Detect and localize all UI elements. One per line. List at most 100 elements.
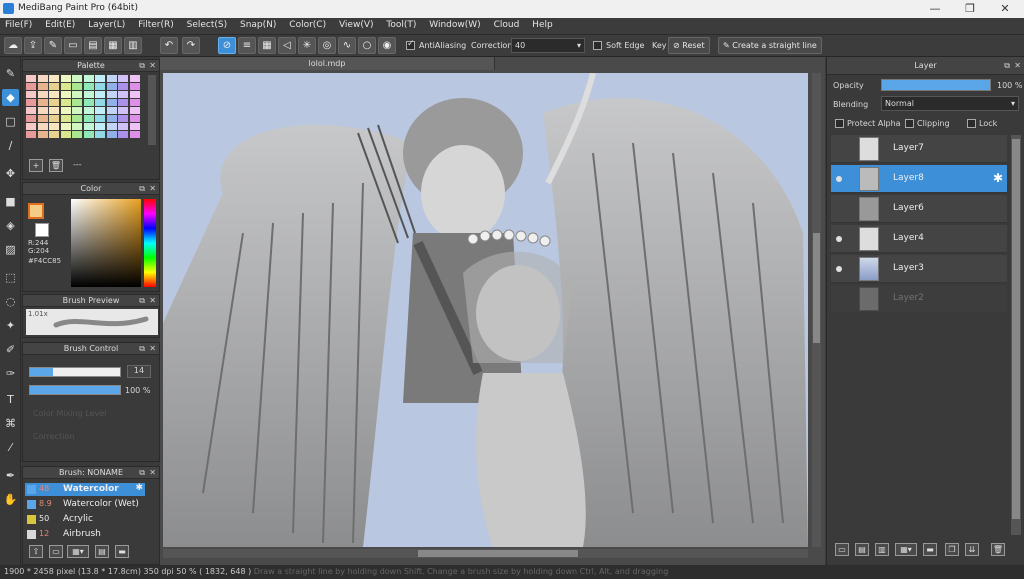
detach-icon[interactable]: ⧉	[139, 183, 145, 195]
page-icon[interactable]: ▭	[64, 37, 82, 54]
detach-icon[interactable]: ⧉	[1004, 57, 1010, 75]
palette-swatch[interactable]	[60, 83, 71, 90]
palette-swatch[interactable]	[37, 115, 48, 122]
brush-item-watercolor-wet[interactable]: 8.9 Watercolor (Wet)	[25, 498, 145, 511]
palette-swatch[interactable]	[26, 91, 36, 98]
palette-swatch[interactable]	[60, 123, 71, 130]
palette-swatch[interactable]	[26, 123, 36, 130]
palette-swatch[interactable]	[37, 91, 48, 98]
gear-icon[interactable]: ✱	[993, 171, 1003, 185]
close-button[interactable]: ✕	[990, 0, 1020, 18]
palette-swatch[interactable]	[106, 91, 117, 98]
background-color[interactable]	[35, 223, 49, 237]
divide-tool-icon[interactable]: ⌘	[2, 415, 19, 432]
gear-icon[interactable]: ✱	[135, 483, 143, 493]
magic-wand-icon[interactable]: ✦	[2, 317, 19, 334]
snap-grid-icon[interactable]: ▦	[258, 37, 276, 54]
palette-scrollbar[interactable]	[148, 75, 156, 145]
palette-swatch[interactable]	[118, 123, 128, 130]
panel-icon[interactable]: ▥	[124, 37, 142, 54]
comment-icon[interactable]: ✎	[44, 37, 62, 54]
new-8bit-layer-icon[interactable]: ▥	[875, 543, 889, 556]
layer-scrollbar[interactable]	[1011, 135, 1021, 535]
line-tool-icon[interactable]: ∕	[2, 137, 19, 154]
clipping-checkbox[interactable]	[905, 119, 914, 128]
palette-swatch[interactable]	[37, 123, 48, 130]
palette-swatch[interactable]	[72, 131, 82, 138]
brush-tool-icon[interactable]: ✎	[2, 65, 19, 82]
layer-menu-icon[interactable]: ▦▾	[895, 543, 917, 556]
palette-swatch[interactable]	[129, 75, 140, 82]
menu-color[interactable]: Color(C)	[284, 18, 331, 32]
blending-select[interactable]: Normal ▾	[881, 96, 1019, 111]
palette-swatch[interactable]	[26, 83, 36, 90]
brush-item-airbrush[interactable]: 12 Airbrush	[25, 528, 145, 541]
palette-swatch[interactable]	[60, 107, 71, 114]
palette-swatch[interactable]	[118, 83, 128, 90]
snap-ellipse-icon[interactable]: ○	[358, 37, 376, 54]
layer-row-layer7[interactable]: Layer7	[831, 135, 1007, 163]
close-icon[interactable]: ✕	[1014, 57, 1021, 75]
undo-icon[interactable]: ↶	[160, 37, 178, 54]
palette-swatch[interactable]	[106, 107, 117, 114]
palette-swatch[interactable]	[129, 99, 140, 106]
delete-swatch-icon[interactable]: 🗑	[49, 159, 63, 172]
palette-swatch[interactable]	[95, 91, 105, 98]
minimize-button[interactable]: —	[920, 0, 950, 18]
menu-file[interactable]: File(F)	[0, 18, 37, 32]
redo-icon[interactable]: ↷	[182, 37, 200, 54]
foreground-color[interactable]	[28, 203, 44, 219]
snap-radial-icon[interactable]: ✳	[298, 37, 316, 54]
palette-swatch[interactable]	[83, 107, 94, 114]
select-pen-icon[interactable]: ✐	[2, 341, 19, 358]
palette-swatch[interactable]	[95, 83, 105, 90]
palette-swatch[interactable]	[95, 75, 105, 82]
snap-concentric-icon[interactable]: ◉	[378, 37, 396, 54]
palette-swatch[interactable]	[83, 99, 94, 106]
palette-swatch[interactable]	[37, 75, 48, 82]
horizontal-scrollbar[interactable]	[163, 549, 808, 558]
palette-swatch[interactable]	[37, 131, 48, 138]
palette-swatch[interactable]	[83, 83, 94, 90]
palette-swatch[interactable]	[49, 91, 59, 98]
snap-circle-icon[interactable]: ◎	[318, 37, 336, 54]
visibility-icon[interactable]	[836, 236, 842, 242]
soft-edge-checkbox[interactable]	[593, 41, 602, 50]
menu-snap[interactable]: Snap(N)	[235, 18, 281, 32]
fill-rect-tool-icon[interactable]: ■	[2, 193, 19, 210]
close-icon[interactable]: ✕	[149, 60, 156, 72]
palette-swatch[interactable]	[83, 91, 94, 98]
new-swatch-icon[interactable]: +	[29, 159, 43, 172]
snap-perspective-icon[interactable]: ◁	[278, 37, 296, 54]
menu-filter[interactable]: Filter(R)	[133, 18, 179, 32]
palette-swatch[interactable]	[37, 99, 48, 106]
select-tool-icon[interactable]: ⬚	[2, 269, 19, 286]
delete-layer-icon[interactable]: 🗑	[991, 543, 1005, 556]
palette-swatch[interactable]	[118, 91, 128, 98]
palette-swatch[interactable]	[118, 115, 128, 122]
palette-swatch[interactable]	[129, 131, 140, 138]
palette-swatch[interactable]	[129, 83, 140, 90]
layer-row-layer3[interactable]: Layer3	[831, 255, 1007, 283]
palette-swatch[interactable]	[83, 131, 94, 138]
layer-row-layer8[interactable]: Layer8 ✱	[831, 165, 1007, 193]
palette-swatch[interactable]	[49, 83, 59, 90]
palette-swatch[interactable]	[95, 107, 105, 114]
upload-icon[interactable]: ⇪	[24, 37, 42, 54]
palette-swatch[interactable]	[95, 115, 105, 122]
drawing-canvas[interactable]	[163, 73, 808, 547]
lasso-tool-icon[interactable]: ◌	[2, 293, 19, 310]
palette-swatch[interactable]	[26, 107, 36, 114]
merge-layer-icon[interactable]: ⇊	[965, 543, 979, 556]
eraser-tool-icon[interactable]: ◆	[2, 89, 19, 106]
palette-swatch[interactable]	[95, 123, 105, 130]
palette-swatch[interactable]	[129, 123, 140, 130]
text-tool-icon[interactable]: T	[2, 391, 19, 408]
palette-swatch[interactable]	[83, 75, 94, 82]
close-icon[interactable]: ✕	[149, 295, 156, 307]
snap-off-icon[interactable]: ⊘	[218, 37, 236, 54]
brush-menu-icon[interactable]: ▦▾	[67, 545, 89, 558]
cloud-icon[interactable]: ☁	[4, 37, 22, 54]
detach-icon[interactable]: ⧉	[139, 343, 145, 355]
palette-swatch[interactable]	[49, 99, 59, 106]
